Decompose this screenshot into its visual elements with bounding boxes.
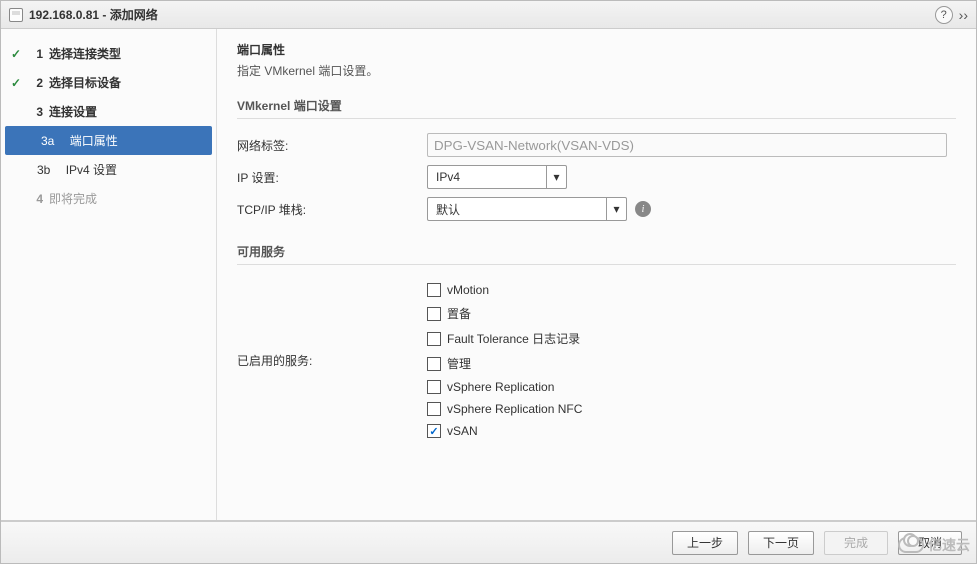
step-number: 3: [29, 105, 43, 119]
wizard-steps-sidebar: ✓ 1 选择连接类型 ✓ 2 选择目标设备 ✓ 3 连接设置 3a 端口属性 3…: [1, 29, 217, 520]
service-mgmt: 管理: [427, 351, 956, 376]
service-label: 置备: [447, 305, 471, 322]
checkbox-mgmt[interactable]: [427, 357, 441, 371]
service-ft: Fault Tolerance 日志记录: [427, 326, 956, 351]
check-icon: ✓: [9, 47, 23, 61]
step-number: 2: [29, 76, 43, 90]
checkbox-vrnfc[interactable]: [427, 402, 441, 416]
step-number: 4: [29, 192, 43, 206]
step-label: 选择目标设备: [49, 74, 121, 91]
cancel-button[interactable]: 取消: [898, 531, 962, 555]
expand-icon[interactable]: ››: [959, 7, 968, 23]
step-label: 端口属性: [70, 132, 118, 149]
service-label: vSphere Replication NFC: [447, 402, 582, 416]
checkbox-vmotion[interactable]: [427, 283, 441, 297]
host-icon: [9, 8, 23, 22]
page-title: 端口属性: [237, 41, 956, 58]
service-vrnfc: vSphere Replication NFC: [427, 398, 956, 420]
step-label: 连接设置: [49, 103, 97, 120]
back-button[interactable]: 上一步: [672, 531, 738, 555]
select-value: IPv4: [428, 170, 546, 184]
checkbox-ft[interactable]: [427, 332, 441, 346]
step-number: 3a: [41, 134, 54, 148]
section-services: 可用服务: [237, 239, 956, 265]
label-network-label: 网络标签:: [237, 137, 427, 154]
chevron-down-icon: ▾: [606, 198, 626, 220]
checkbox-vsan[interactable]: [427, 424, 441, 438]
wizard-window: 192.168.0.81 - 添加网络 ? ›› ✓ 1 选择连接类型 ✓ 2 …: [0, 0, 977, 564]
step-label: 选择连接类型: [49, 45, 121, 62]
step-number: 1: [29, 47, 43, 61]
chevron-down-icon: ▾: [546, 166, 566, 188]
titlebar: 192.168.0.81 - 添加网络 ? ››: [1, 1, 976, 29]
step-ready-complete: ✓ 4 即将完成: [1, 184, 216, 213]
row-tcpip-stack: TCP/IP 堆栈: 默认 ▾ i: [237, 193, 956, 225]
main-panel: 端口属性 指定 VMkernel 端口设置。 VMkernel 端口设置 网络标…: [217, 29, 976, 520]
service-vr: vSphere Replication: [427, 376, 956, 398]
finish-button: 完成: [824, 531, 888, 555]
info-icon[interactable]: i: [635, 201, 651, 217]
row-network-label: 网络标签:: [237, 129, 956, 161]
step-label: IPv4 设置: [66, 161, 117, 178]
check-icon: ✓: [9, 76, 23, 90]
step-number: 3b: [37, 163, 50, 177]
step-ipv4-settings[interactable]: 3b IPv4 设置: [1, 155, 216, 184]
step-label: 即将完成: [49, 190, 97, 207]
service-label: 管理: [447, 355, 471, 372]
select-value: 默认: [428, 201, 606, 218]
step-port-properties[interactable]: 3a 端口属性: [5, 126, 212, 155]
service-label: vMotion: [447, 283, 489, 297]
row-ip-settings: IP 设置: IPv4 ▾: [237, 161, 956, 193]
network-label-input: [427, 133, 947, 157]
step-connection-type[interactable]: ✓ 1 选择连接类型: [1, 39, 216, 68]
label-ip-setting: IP 设置:: [237, 169, 427, 186]
help-icon[interactable]: ?: [935, 6, 953, 24]
label-tcpip-stack: TCP/IP 堆栈:: [237, 201, 427, 218]
checkbox-provisioning[interactable]: [427, 307, 441, 321]
ip-setting-select[interactable]: IPv4 ▾: [427, 165, 567, 189]
step-target-device[interactable]: ✓ 2 选择目标设备: [1, 68, 216, 97]
service-label: vSphere Replication: [447, 380, 554, 394]
page-description: 指定 VMkernel 端口设置。: [237, 62, 956, 79]
row-enabled-services: 已启用的服务: vMotion 置备 Fault Tolerance 日志: [237, 275, 956, 446]
service-provisioning: 置备: [427, 301, 956, 326]
next-button[interactable]: 下一页: [748, 531, 814, 555]
service-label: Fault Tolerance 日志记录: [447, 330, 580, 347]
content-area: ✓ 1 选择连接类型 ✓ 2 选择目标设备 ✓ 3 连接设置 3a 端口属性 3…: [1, 29, 976, 521]
window-title: 192.168.0.81 - 添加网络: [29, 6, 158, 23]
checkbox-vr[interactable]: [427, 380, 441, 394]
wizard-footer: 上一步 下一页 完成 取消: [1, 521, 976, 563]
step-connection-settings[interactable]: ✓ 3 连接设置: [1, 97, 216, 126]
section-vmkernel: VMkernel 端口设置: [237, 93, 956, 119]
label-enabled-services: 已启用的服务:: [237, 352, 427, 369]
service-vmotion: vMotion: [427, 279, 956, 301]
tcpip-stack-select[interactable]: 默认 ▾: [427, 197, 627, 221]
service-vsan: vSAN: [427, 420, 956, 442]
service-label: vSAN: [447, 424, 478, 438]
